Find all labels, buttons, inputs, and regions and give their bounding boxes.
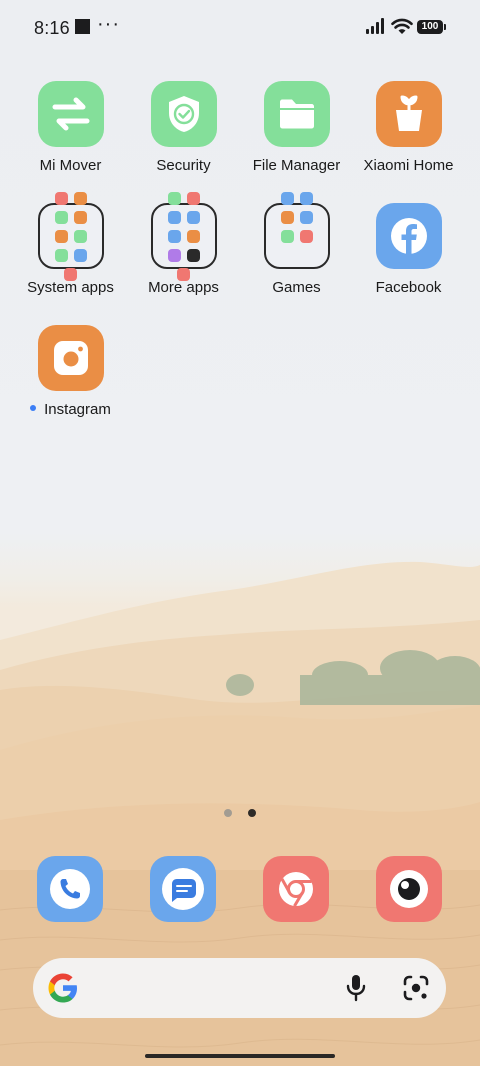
new-install-dot — [30, 405, 37, 412]
dock-chrome[interactable] — [263, 856, 329, 922]
instagram-icon — [37, 325, 104, 391]
signal-icon — [366, 18, 384, 34]
folder-icon — [263, 81, 330, 147]
folder-more-apps[interactable]: More apps — [127, 191, 240, 296]
app-label: Mi Mover — [39, 157, 102, 174]
shield-check-icon — [150, 81, 217, 147]
folder-preview-icon — [263, 191, 330, 269]
folder-system-apps[interactable]: System apps — [14, 191, 127, 296]
app-mi-mover[interactable]: Mi Mover — [14, 81, 127, 174]
app-label: File Manager — [252, 157, 341, 174]
dock-messages[interactable] — [150, 856, 216, 922]
app-file-manager[interactable]: File Manager — [240, 81, 353, 174]
app-label: Security — [156, 157, 211, 174]
app-label: Games — [272, 279, 321, 296]
app-facebook[interactable]: Facebook — [352, 203, 465, 296]
notification-square-icon — [75, 19, 90, 34]
app-label: Xiaomi Home — [363, 157, 454, 174]
app-instagram[interactable]: Instagram — [14, 325, 127, 418]
folder-preview-icon — [37, 191, 104, 281]
page-indicator[interactable] — [0, 809, 480, 817]
dock-camera[interactable] — [376, 856, 442, 922]
app-label: System apps — [27, 279, 114, 296]
facebook-icon — [375, 203, 442, 269]
mic-icon[interactable] — [345, 974, 367, 1002]
google-search-bar[interactable] — [33, 958, 446, 1018]
plant-pot-icon — [375, 81, 442, 147]
camera-icon — [390, 870, 428, 908]
gesture-navigation-bar[interactable] — [145, 1054, 335, 1058]
status-bar: 8:16 ··· 100 — [0, 0, 480, 56]
app-security[interactable]: Security — [127, 81, 240, 174]
battery-icon: 100 — [417, 20, 446, 34]
folder-preview-icon — [150, 191, 217, 281]
google-logo-icon — [48, 973, 77, 1003]
clock: 8:16 — [34, 18, 70, 38]
app-label: Facebook — [375, 279, 442, 296]
messages-icon — [162, 868, 204, 910]
chrome-icon — [279, 872, 313, 907]
app-xiaomi-home[interactable]: Xiaomi Home — [352, 81, 465, 174]
app-label-text: Instagram — [44, 401, 111, 418]
lens-camera-icon[interactable] — [403, 975, 429, 1001]
app-label: Instagram — [14, 401, 127, 418]
more-notifications-icon: ··· — [97, 13, 120, 35]
page-dot[interactable] — [224, 809, 232, 817]
app-label: More apps — [148, 279, 219, 296]
mi-mover-icon — [37, 81, 104, 147]
phone-icon — [50, 869, 90, 909]
page-dot-active[interactable] — [248, 809, 256, 817]
dock-phone[interactable] — [37, 856, 103, 922]
folder-games[interactable]: Games — [240, 191, 353, 296]
wifi-icon — [391, 18, 413, 34]
